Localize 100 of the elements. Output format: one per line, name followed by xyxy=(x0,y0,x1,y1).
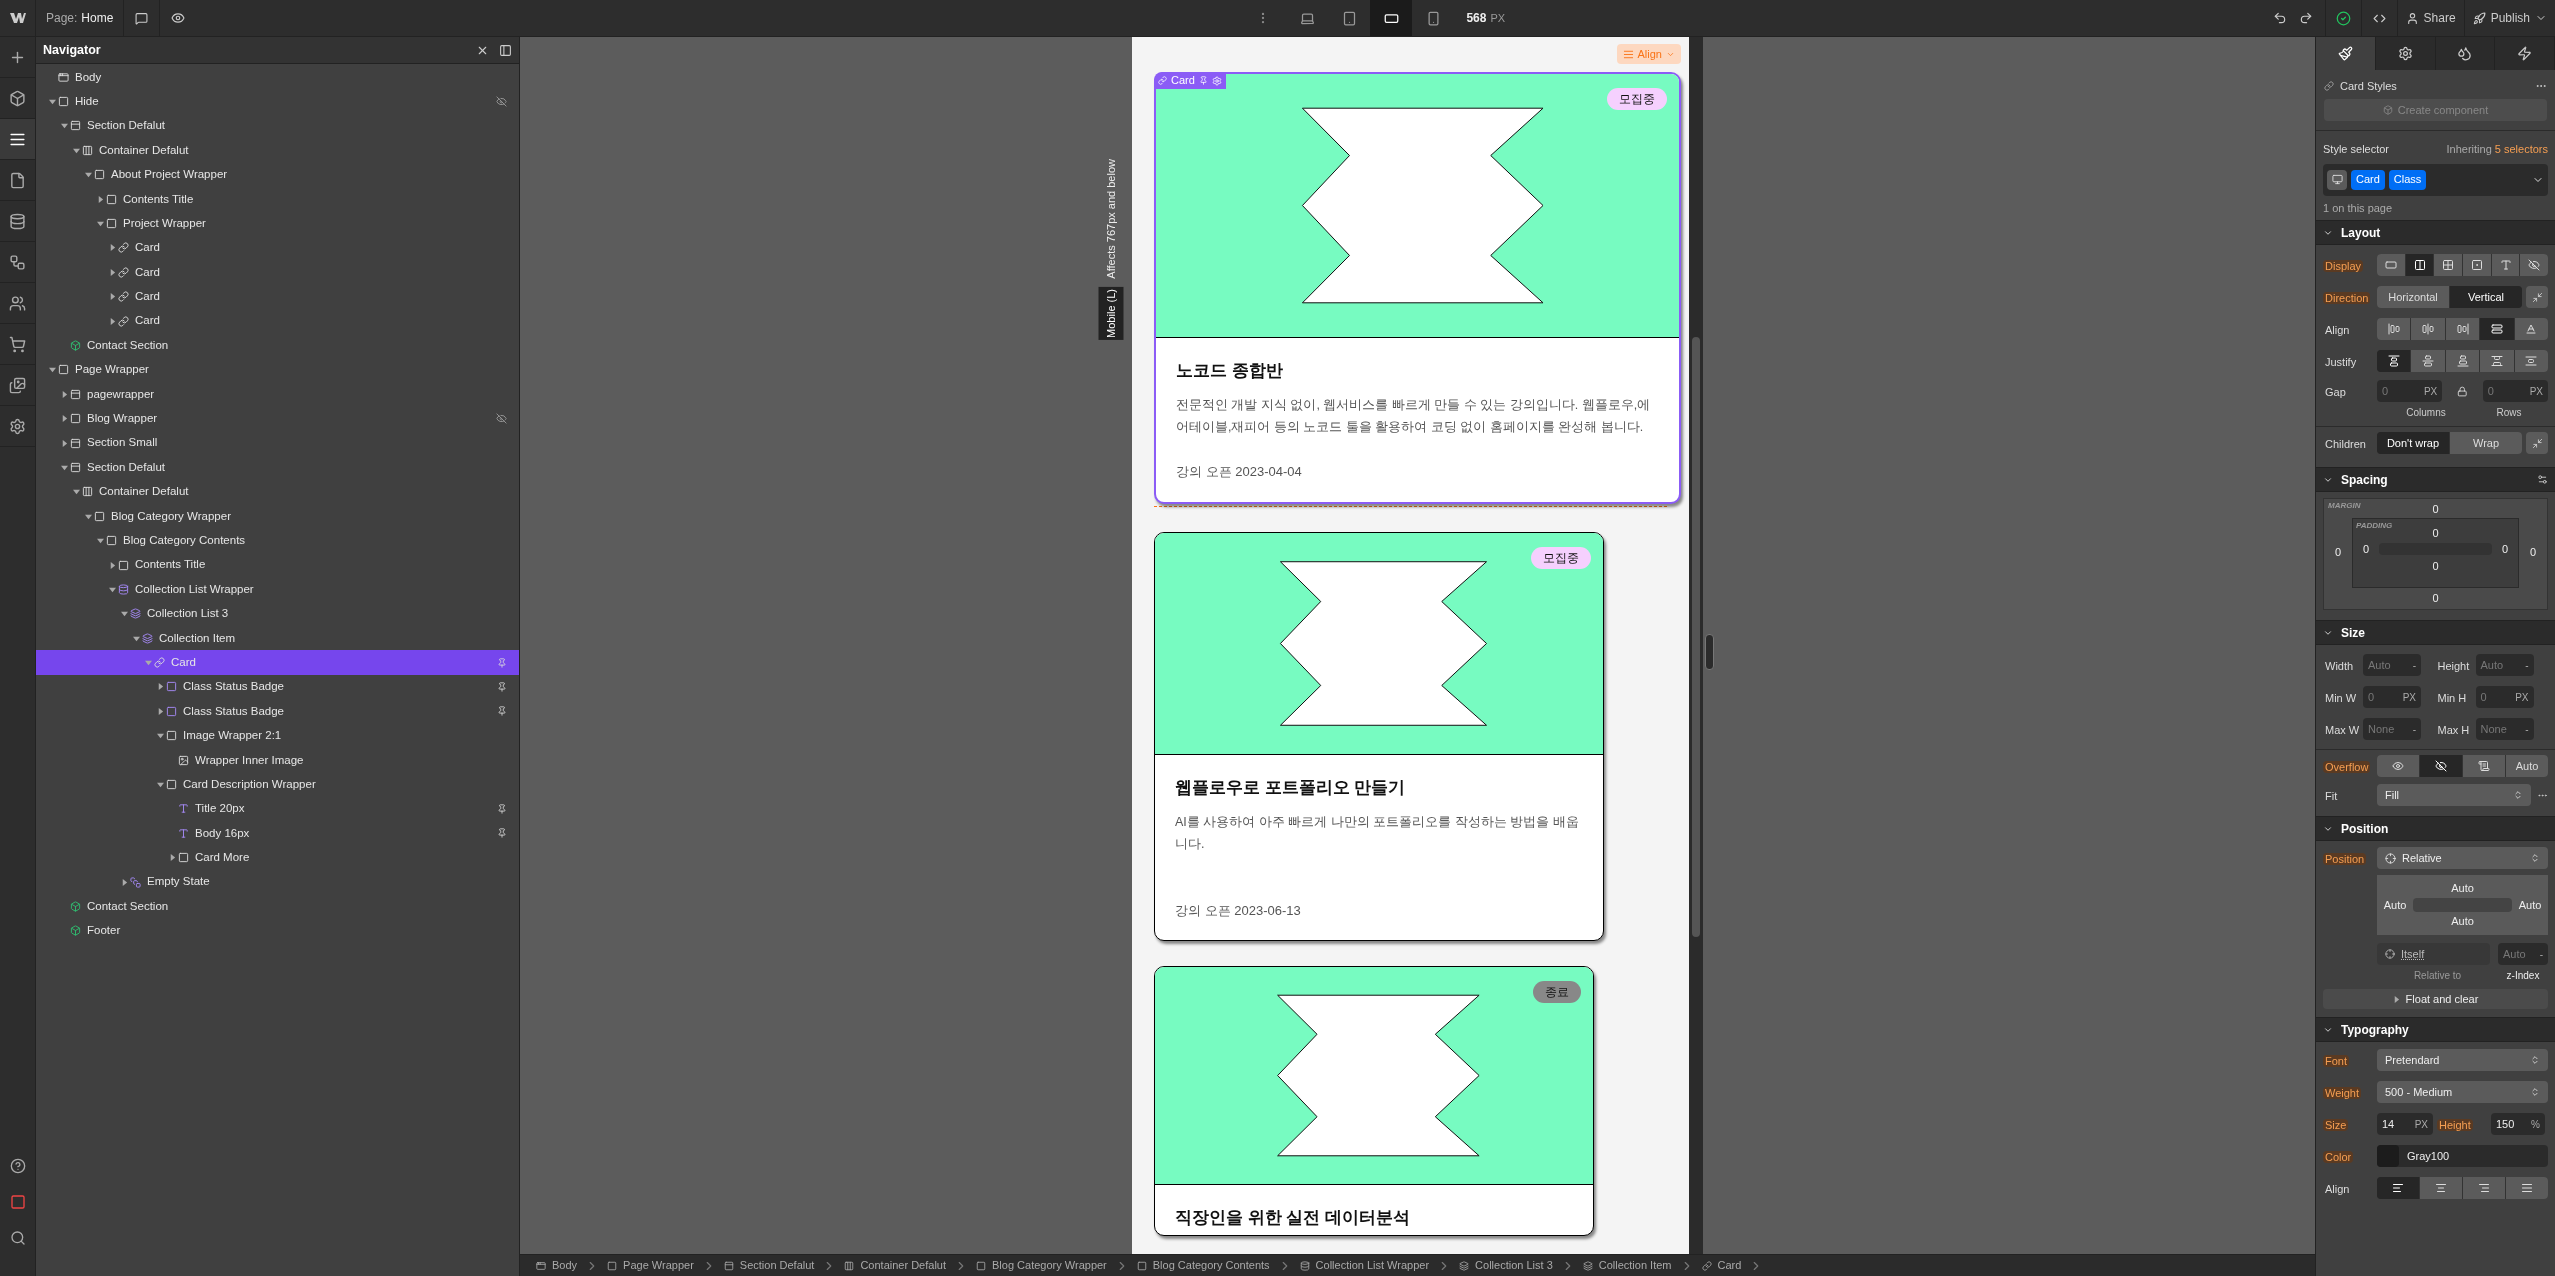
number-field[interactable]: Auto - xyxy=(2498,943,2548,965)
number-field[interactable]: 0 PX xyxy=(2363,686,2421,708)
select-field[interactable]: Relative xyxy=(2377,847,2548,869)
caret-icon[interactable] xyxy=(156,732,164,740)
undo-icon[interactable] xyxy=(2272,11,2287,25)
resize-handle[interactable] xyxy=(1705,634,1714,670)
breadcrumb-item[interactable]: Collection Item xyxy=(1574,1257,1680,1274)
select-field[interactable]: 500 - Medium xyxy=(2377,1081,2548,1103)
caret-icon[interactable] xyxy=(108,317,116,325)
number-field[interactable]: 150 % xyxy=(2491,1113,2545,1135)
check-icon[interactable] xyxy=(2335,10,2351,26)
margin-top[interactable]: 0 xyxy=(2432,501,2439,518)
breadcrumb-item[interactable]: Card xyxy=(1693,1257,1750,1274)
logo-icon[interactable] xyxy=(9,13,26,23)
color-swatch[interactable] xyxy=(2377,1145,2399,1167)
navigator-item[interactable]: Hide xyxy=(36,89,519,114)
class-chip[interactable]: Class xyxy=(2388,169,2427,190)
number-field[interactable]: 14 PX xyxy=(2377,1113,2433,1135)
navigator-item[interactable]: About Project Wrapper xyxy=(36,162,519,187)
breadcrumb-item[interactable]: Section Defalut xyxy=(715,1257,823,1274)
padding-top[interactable]: 0 xyxy=(2432,524,2439,541)
selection-tag[interactable]: Card xyxy=(1154,72,1226,89)
option-button[interactable]: Horizontal xyxy=(2377,286,2449,308)
number-field[interactable]: Auto - xyxy=(2475,654,2534,676)
section-header[interactable]: Spacing xyxy=(2316,467,2555,492)
color-field[interactable]: Gray100 xyxy=(2377,1145,2548,1167)
device-button[interactable] xyxy=(1370,0,1413,36)
navigator-item[interactable]: Blog Category Contents xyxy=(36,528,519,553)
page-name[interactable]: Home xyxy=(81,9,114,27)
icon-button[interactable] xyxy=(2420,755,2462,777)
navigator-item[interactable]: Project Wrapper xyxy=(36,211,519,236)
number-field[interactable]: 0 PX xyxy=(2482,380,2548,402)
spacing-icon[interactable] xyxy=(2537,474,2548,485)
navigator-item[interactable]: Card xyxy=(36,260,519,285)
offset-bottom[interactable]: Auto xyxy=(2451,913,2474,930)
navigator-item[interactable]: Blog Category Wrapper xyxy=(36,504,519,529)
navigator-item[interactable]: Card xyxy=(36,308,519,334)
offset-right[interactable]: Auto xyxy=(2512,896,2548,914)
navigator-item[interactable]: Card xyxy=(36,235,519,261)
padding-bottom[interactable]: 0 xyxy=(2432,557,2439,574)
navigator-item[interactable]: Class Status Badge xyxy=(36,699,519,724)
number-field[interactable]: 0 PX xyxy=(2475,686,2534,708)
caret-icon[interactable] xyxy=(60,415,68,423)
navigator-item[interactable]: Card Description Wrapper xyxy=(36,772,519,797)
navigator-item[interactable]: Collection List Wrapper xyxy=(36,577,519,602)
course-card[interactable]: 모집중 웹플로우로 포트폴리오 만들기 AI를 사용하여 아주 빠르게 나만의 포트폴리오를 작성하는 방법을 배웁니다. 강의 오픈 2023-06-13 xyxy=(1154,531,1604,941)
navigator-item[interactable]: Card More xyxy=(36,845,519,870)
caret-icon[interactable] xyxy=(60,439,68,447)
share-button[interactable]: Share xyxy=(2396,0,2464,36)
option-button[interactable]: Wrap xyxy=(2450,432,2522,454)
caret-icon[interactable] xyxy=(96,195,104,203)
caret-icon[interactable] xyxy=(84,171,92,179)
navigator-item[interactable]: Body 16px xyxy=(36,821,519,846)
caret-icon[interactable] xyxy=(108,561,116,569)
navigator-item[interactable]: Collection Item xyxy=(36,626,519,651)
caret-icon[interactable] xyxy=(2392,995,2400,1003)
float-clear-button[interactable]: Float and clear xyxy=(2323,989,2548,1009)
caret-icon[interactable] xyxy=(60,390,68,398)
navigator-item[interactable]: Page Wrapper xyxy=(36,357,519,383)
margin-right[interactable]: 0 xyxy=(2519,544,2547,561)
number-field[interactable]: 0 PX xyxy=(2377,380,2443,402)
navigator-item[interactable]: Contact Section xyxy=(36,333,519,358)
icon-button[interactable] xyxy=(2405,254,2434,276)
icon-button[interactable] xyxy=(2377,350,2411,372)
publish-button[interactable]: Publish xyxy=(2463,0,2555,36)
caret-icon[interactable] xyxy=(108,585,116,593)
navigator-item[interactable]: Class Status Badge xyxy=(36,674,519,700)
select-field[interactable]: Fill xyxy=(2377,784,2531,806)
padding-right[interactable]: 0 xyxy=(2492,541,2518,558)
caret-icon[interactable] xyxy=(108,268,116,276)
navigator-item[interactable]: Footer xyxy=(36,918,519,944)
caret-icon[interactable] xyxy=(120,878,128,886)
padding-left[interactable]: 0 xyxy=(2353,541,2379,558)
inheriting-count[interactable]: 5 selectors xyxy=(2494,141,2548,158)
navigator-item[interactable]: Section Small xyxy=(36,430,519,456)
swap-button[interactable] xyxy=(2526,286,2548,308)
caret-icon[interactable] xyxy=(72,146,80,154)
select-field[interactable]: Pretendard xyxy=(2377,1049,2548,1071)
option-button[interactable]: Auto xyxy=(2506,755,2548,777)
navigator-item[interactable]: Contents Title xyxy=(36,186,519,212)
navigator-item[interactable]: pagewrapper xyxy=(36,382,519,407)
navigator-item[interactable]: Card xyxy=(36,650,519,675)
selector-field[interactable]: Card Class xyxy=(2323,163,2548,196)
caret-icon[interactable] xyxy=(108,244,116,252)
breadcrumb-item[interactable]: Body xyxy=(528,1257,586,1274)
preview-icon[interactable] xyxy=(171,11,186,25)
navigator-item[interactable]: Container Defalut xyxy=(36,479,519,505)
section-header[interactable]: Size xyxy=(2316,620,2555,645)
breadcrumb-item[interactable]: Blog Category Contents xyxy=(1128,1257,1278,1274)
caret-icon[interactable] xyxy=(168,854,176,862)
comment-icon[interactable] xyxy=(135,11,149,25)
section-header[interactable]: Position xyxy=(2316,816,2555,841)
navigator-item[interactable]: Body xyxy=(36,65,519,90)
navigator-item[interactable]: Collection List 3 xyxy=(36,601,519,626)
panel-tab[interactable] xyxy=(2316,37,2376,70)
caret-icon[interactable] xyxy=(156,781,164,788)
navigator-item[interactable]: Section Defalut xyxy=(36,113,519,139)
caret-icon[interactable] xyxy=(120,610,128,618)
navigator-item[interactable]: Image Wrapper 2:1 xyxy=(36,723,519,748)
navigator-item[interactable]: Wrapper Inner Image xyxy=(36,747,519,773)
